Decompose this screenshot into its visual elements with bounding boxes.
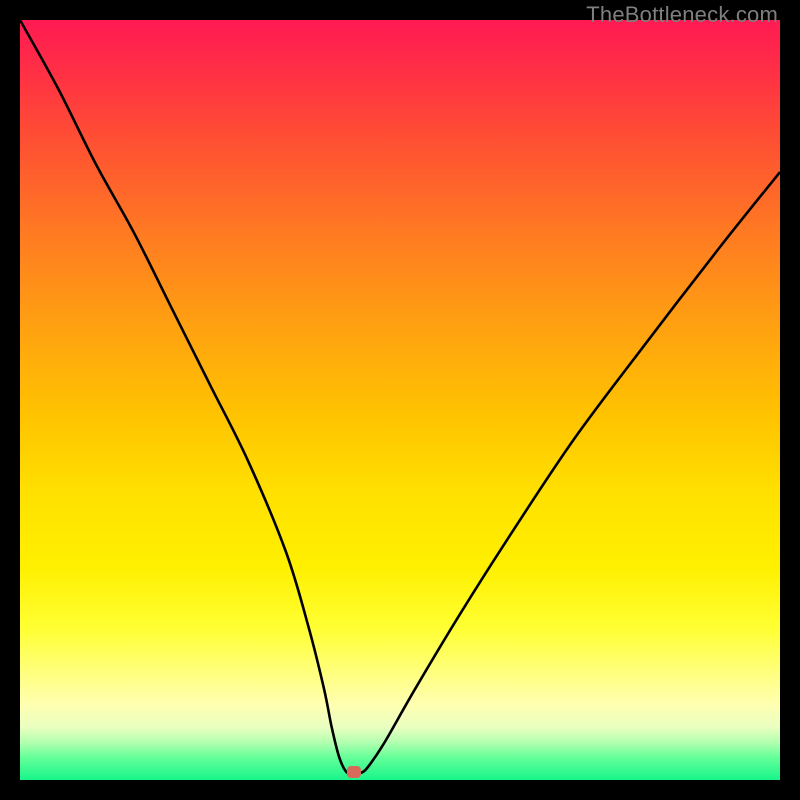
curve-svg <box>20 20 780 780</box>
watermark-text: TheBottleneck.com <box>586 2 778 28</box>
bottleneck-curve-path <box>20 20 780 774</box>
minimum-marker <box>347 766 361 778</box>
plot-area <box>20 20 780 780</box>
chart-frame: TheBottleneck.com <box>0 0 800 800</box>
